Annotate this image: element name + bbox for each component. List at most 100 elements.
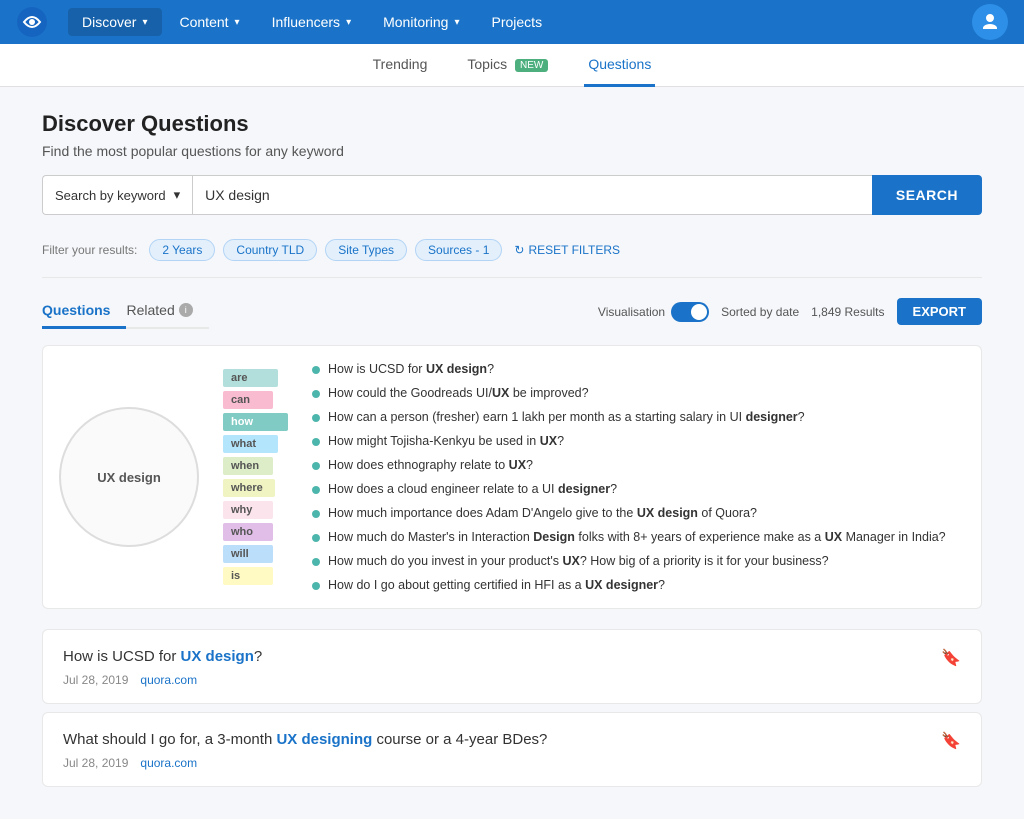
result-card-1: How is UCSD for UX design? Jul 28, 2019 … [42,629,982,704]
visualisation-label: Visualisation [598,305,665,319]
results-count: 1,849 Results [811,305,884,319]
bar-why: why [223,501,273,519]
dot-icon [312,366,320,374]
nav-items: Discover ▾ Content ▾ Influencers ▾ Monit… [68,8,972,36]
result-card-2: What should I go for, a 3-month UX desig… [42,712,982,787]
result-date-1: Jul 28, 2019 [63,673,128,687]
viz-bar-why: why [223,501,288,519]
controls-right: Visualisation Sorted by date 1,849 Resul… [598,298,982,325]
bar-how: how [223,413,288,431]
dot-icon [312,582,320,590]
chevron-down-icon: ▾ [235,17,240,28]
viz-bar-how: how [223,413,288,431]
viz-question-10: How do I go about getting certified in H… [312,578,965,592]
result-title-2: What should I go for, a 3-month UX desig… [63,729,547,750]
result-source-1[interactable]: quora.com [140,673,197,687]
nav-content[interactable]: Content ▾ [166,8,254,36]
search-bar: Search by keyword ▾ SEARCH [42,175,982,215]
viz-bar-where: where [223,479,288,497]
new-badge: NEW [515,59,548,72]
bar-are: are [223,369,278,387]
viz-question-6: How does a cloud engineer relate to a UI… [312,482,965,496]
questions-header: Questions Related i Visualisation Sorted… [42,294,982,329]
main-content: Discover Questions Find the most popular… [22,87,1002,819]
dot-icon [312,438,320,446]
viz-question-9: How much do you invest in your product's… [312,554,965,568]
toggle-switch[interactable] [671,302,709,322]
chevron-down-icon: ▾ [142,17,147,28]
viz-bar-who: who [223,523,288,541]
toggle-knob [691,304,707,320]
viz-questions: How is UCSD for UX design? How could the… [312,362,965,592]
bar-who: who [223,523,273,541]
viz-question-8: How much do Master's in Interaction Desi… [312,530,965,544]
result-meta-1: Jul 28, 2019 quora.com [63,673,262,687]
page-title: Discover Questions [42,111,982,137]
filter-2years[interactable]: 2 Years [149,239,215,261]
filter-row: Filter your results: 2 Years Country TLD… [42,239,982,278]
nav-monitoring[interactable]: Monitoring ▾ [369,8,473,36]
bookmark-icon-2[interactable]: 🔖 [941,731,961,751]
tab-group: Questions Related i [42,294,209,329]
viz-question-5: How does ethnography relate to UX? [312,458,965,472]
viz-bar-are: are [223,369,288,387]
result-source-2[interactable]: quora.com [140,756,197,770]
viz-question-4: How might Tojisha-Kenkyu be used in UX? [312,434,965,448]
results-list: How is UCSD for UX design? Jul 28, 2019 … [42,629,982,795]
visualization-container: UX design are can how what when where wh… [42,345,982,609]
nav-right [972,4,1008,40]
viz-question-3: How can a person (fresher) earn 1 lakh p… [312,410,965,424]
tab-questions[interactable]: Questions [42,294,126,329]
user-avatar[interactable] [972,4,1008,40]
viz-bar-when: when [223,457,288,475]
nav-discover[interactable]: Discover ▾ [68,8,162,36]
result-title-1: How is UCSD for UX design? [63,646,262,667]
bar-will: will [223,545,273,563]
dot-icon [312,486,320,494]
chevron-down-icon: ▾ [346,17,351,28]
search-input[interactable] [192,175,872,215]
tab-related[interactable]: Related i [126,294,208,329]
viz-bar-is: is [223,567,288,585]
filter-label: Filter your results: [42,243,137,257]
bar-is: is [223,567,273,585]
dot-icon [312,414,320,422]
subnav-trending[interactable]: Trending [369,44,432,87]
dot-icon [312,534,320,542]
filter-site-types[interactable]: Site Types [325,239,407,261]
page-subtitle: Find the most popular questions for any … [42,143,982,159]
dot-icon [312,390,320,398]
brand-logo[interactable] [16,6,48,38]
sub-navigation: Trending Topics NEW Questions [0,44,1024,87]
reset-filters-button[interactable]: ↻ RESET FILTERS [514,243,620,257]
info-icon[interactable]: i [179,303,193,317]
bar-can: can [223,391,273,409]
dot-icon [312,510,320,518]
viz-bars: are can how what when where why who [223,369,288,585]
refresh-icon: ↻ [514,243,524,257]
bar-where: where [223,479,275,497]
subnav-questions[interactable]: Questions [584,44,655,87]
result-date-2: Jul 28, 2019 [63,756,128,770]
viz-question-7: How much importance does Adam D'Angelo g… [312,506,965,520]
viz-bar-can: can [223,391,288,409]
sorted-label: Sorted by date [721,305,799,319]
bookmark-icon-1[interactable]: 🔖 [941,648,961,668]
nav-projects[interactable]: Projects [478,8,557,36]
search-type-dropdown[interactable]: Search by keyword ▾ [42,175,192,215]
filter-country-tld[interactable]: Country TLD [223,239,317,261]
filter-sources[interactable]: Sources - 1 [415,239,502,261]
search-button[interactable]: SEARCH [872,175,982,215]
top-navigation: Discover ▾ Content ▾ Influencers ▾ Monit… [0,0,1024,44]
result-content-1: How is UCSD for UX design? Jul 28, 2019 … [63,646,262,687]
result-meta-2: Jul 28, 2019 quora.com [63,756,547,770]
visualisation-toggle: Visualisation [598,302,709,322]
export-button[interactable]: EXPORT [897,298,982,325]
chevron-down-icon: ▾ [454,17,459,28]
viz-bar-will: will [223,545,288,563]
viz-center-circle: UX design [59,407,199,547]
subnav-topics[interactable]: Topics NEW [463,44,552,87]
nav-influencers[interactable]: Influencers ▾ [258,8,366,36]
viz-question-1: How is UCSD for UX design? [312,362,965,376]
dot-icon [312,558,320,566]
